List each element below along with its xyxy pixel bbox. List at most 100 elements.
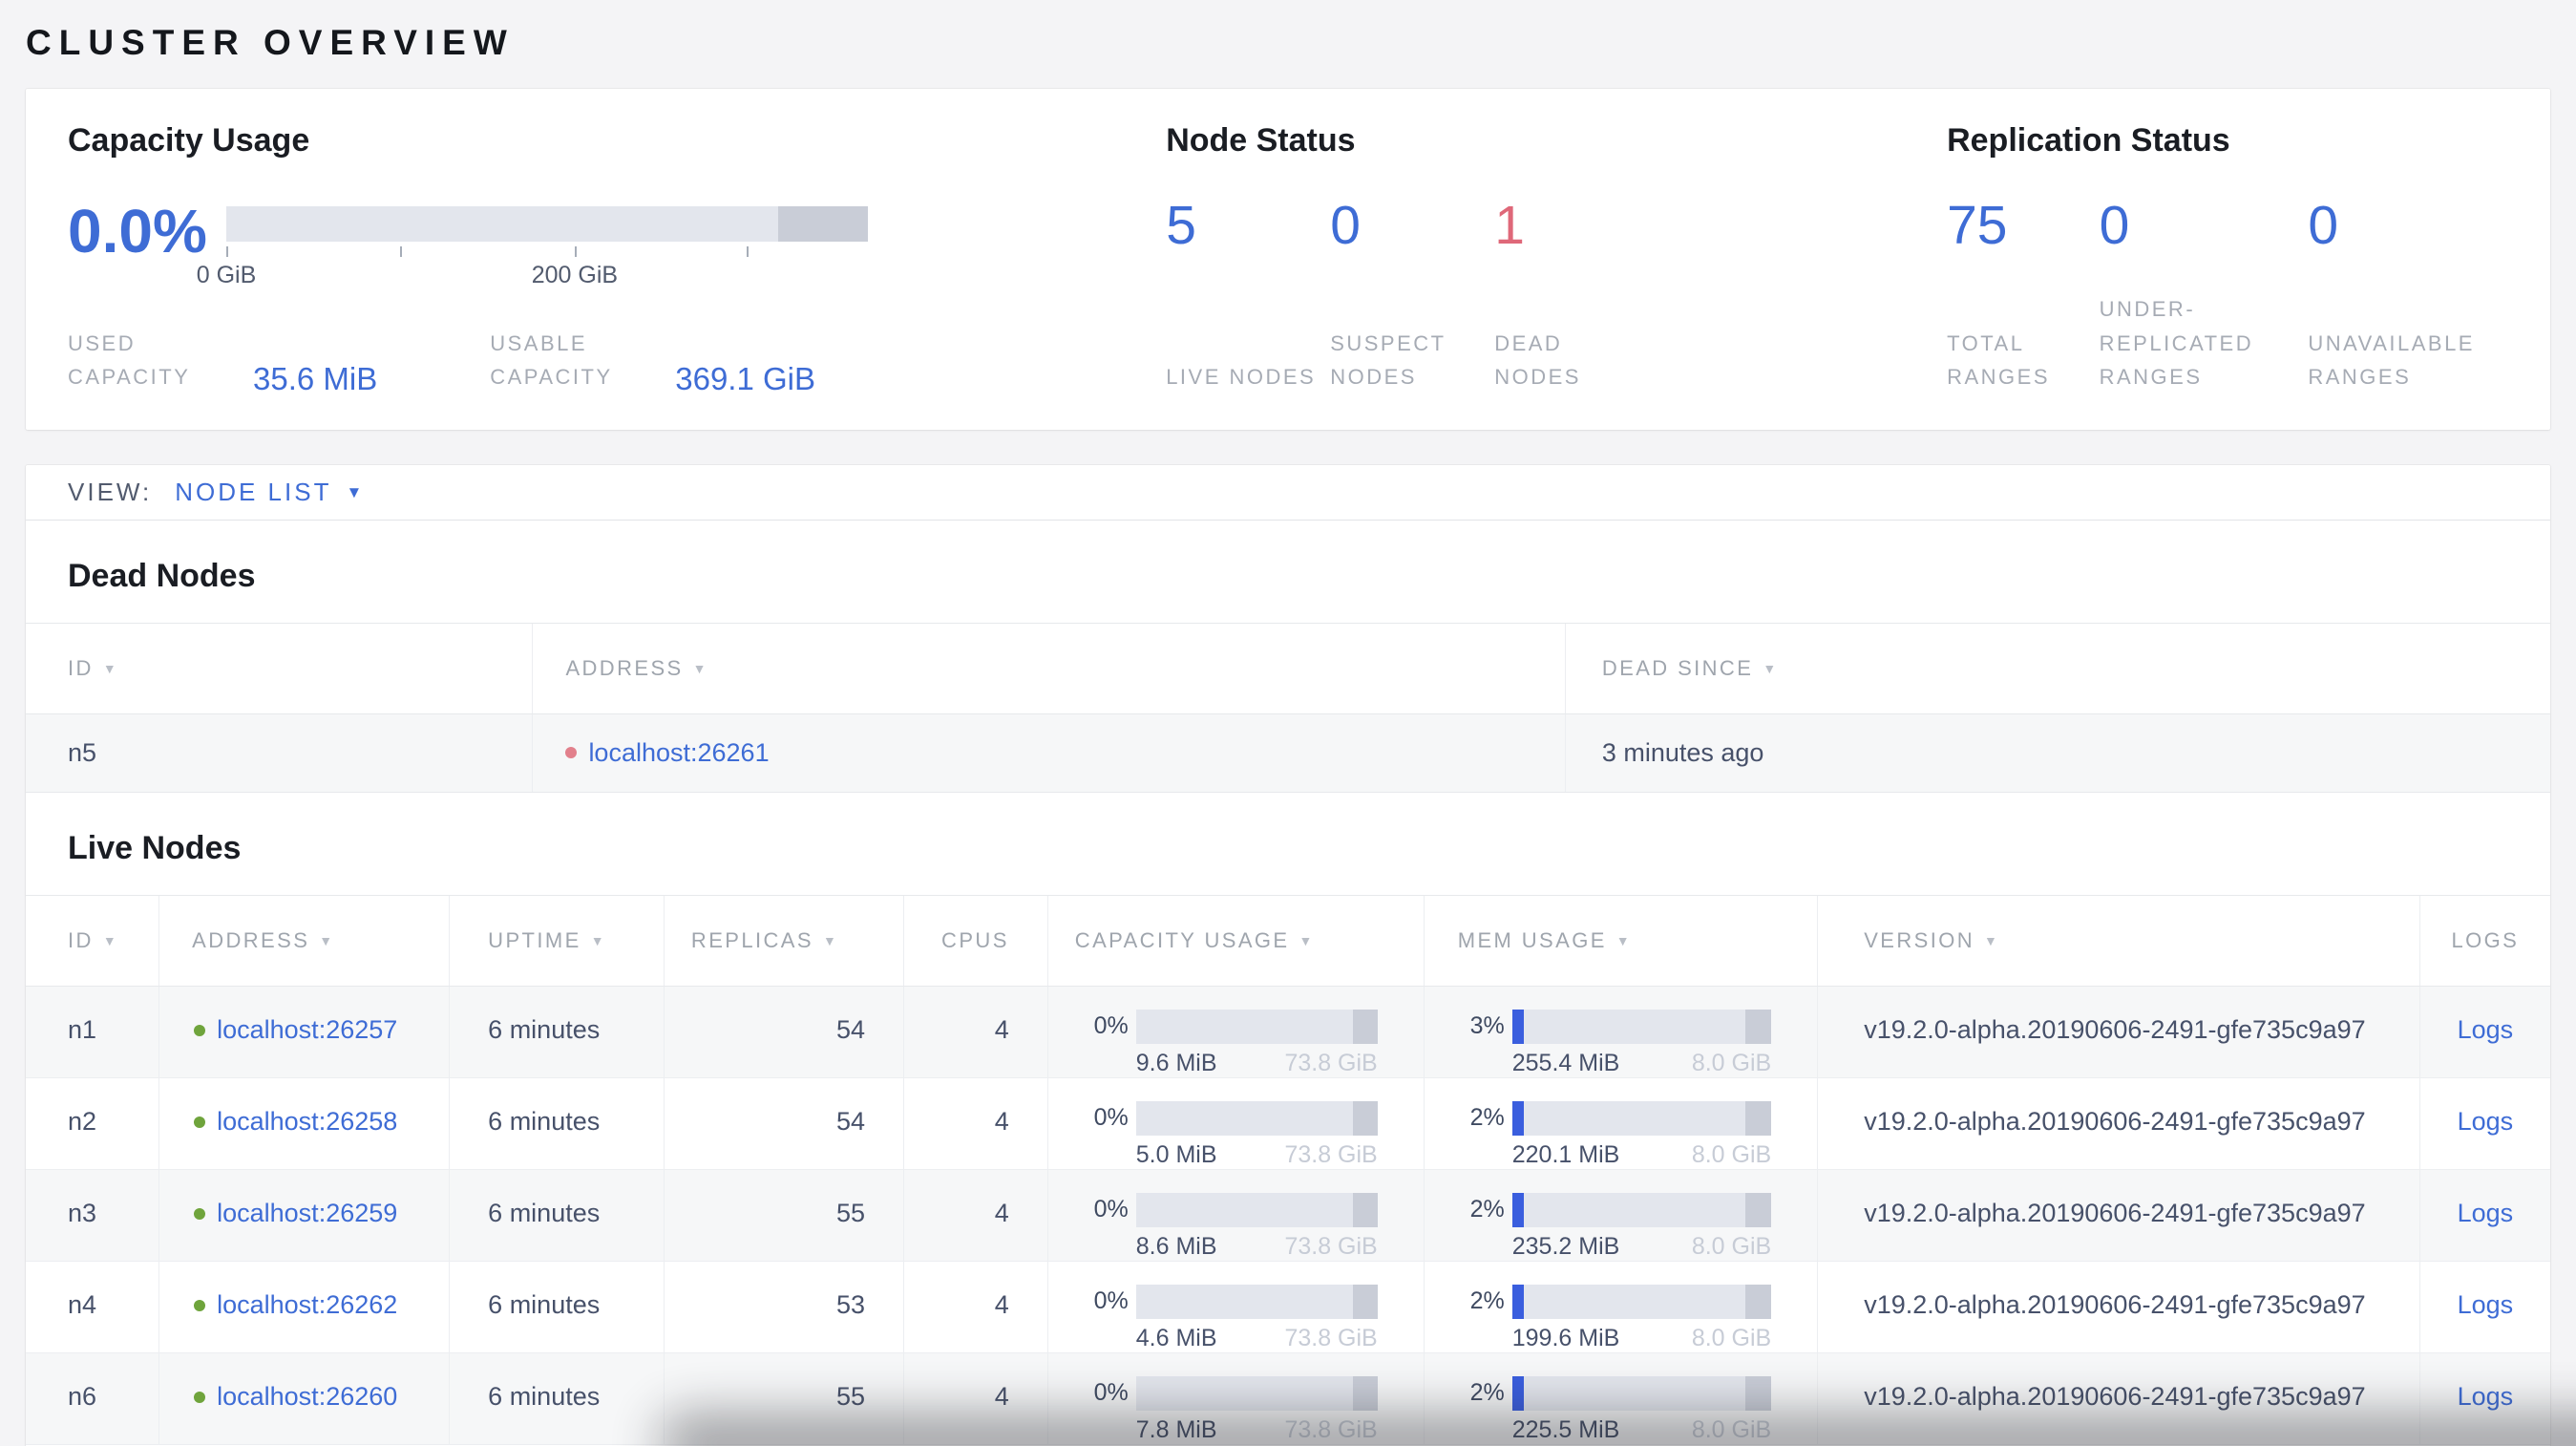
node-uptime: 6 minutes (450, 1261, 665, 1352)
node-address-link[interactable]: localhost:26259 (217, 1199, 397, 1228)
capacity-percent: 0% (1093, 1196, 1129, 1223)
usable-capacity-label: USABLE CAPACITY (490, 330, 613, 389)
node-id: n2 (26, 1077, 160, 1169)
dead-col-address[interactable]: ADDRESS ▼ (533, 623, 1566, 713)
capacity-footer: USED CAPACITY 35.6 MiB USABLE CAPACITY 3… (68, 327, 1166, 396)
live-col-mem-usage[interactable]: MEM USAGE ▼ (1425, 895, 1819, 986)
mem-percent: 2% (1469, 1287, 1505, 1315)
live-col-id[interactable]: ID ▼ (26, 895, 160, 986)
suspect-nodes-count: 0 (1330, 194, 1361, 256)
live-nodes-title: Live Nodes (68, 829, 242, 866)
mem-mini-bar (1511, 1192, 1772, 1227)
capacity-axis-labels: 0 GiB 200 GiB (197, 262, 868, 290)
dead-col-dead-since[interactable]: DEAD SINCE ▼ (1566, 624, 2550, 713)
dead-nodes-title: Dead Nodes (68, 558, 256, 594)
total-ranges-count: 75 (1947, 194, 2008, 256)
mem-total-value: 8.0 GiB (1691, 1415, 1772, 1443)
mem-used-value: 235.2 MiB (1511, 1232, 1620, 1260)
node-cpus: 4 (904, 1169, 1048, 1261)
mem-bar-tail (1745, 1009, 1772, 1044)
capacity-mini-bar (1135, 1100, 1378, 1136)
node-cpus: 4 (904, 1352, 1048, 1444)
replication-stats: 75 TOTAL RANGES 0 UNDER-REPLICATED RANGE… (1947, 194, 2508, 393)
node-uptime: 6 minutes (450, 1352, 665, 1444)
capacity-used-value: 4.6 MiB (1135, 1324, 1217, 1351)
logs-link[interactable]: Logs (2458, 1199, 2514, 1261)
view-label: VIEW: (68, 478, 153, 506)
mem-used-value: 255.4 MiB (1511, 1049, 1620, 1076)
node-status-section: Node Status 5 LIVE NODES 0 SUSPECT NODES… (1166, 121, 1947, 393)
mem-bar-tail (1745, 1284, 1772, 1319)
capacity-bar-tail (1353, 1100, 1378, 1136)
live-col-capacity-usage[interactable]: CAPACITY USAGE ▼ (1048, 895, 1425, 986)
cluster-overview-page: CLUSTER OVERVIEW Capacity Usage 0.0% 0 G… (0, 0, 2576, 1446)
mem-usage-cell: 2% 225.5 MiB 8.0 GiB (1425, 1352, 1819, 1444)
capacity-usage-cell: 0% 4.6 MiB 73.8 GiB (1048, 1261, 1425, 1352)
logs-link[interactable]: Logs (2458, 1015, 2514, 1077)
node-address-link[interactable]: localhost:26262 (217, 1290, 397, 1320)
node-cpus: 4 (904, 1261, 1048, 1352)
node-address-link[interactable]: localhost:26261 (588, 738, 769, 768)
capacity-usage-cell: 0% 5.0 MiB 73.8 GiB (1048, 1077, 1425, 1169)
node-address-link[interactable]: localhost:26258 (217, 1107, 397, 1137)
view-selector-dropdown[interactable]: NODE LIST ▼ (175, 478, 362, 507)
sort-arrow-icon: ▼ (102, 932, 119, 948)
node-status-stats: 5 LIVE NODES 0 SUSPECT NODES 1 DEAD NODE… (1166, 194, 1947, 393)
capacity-used-value: 9.6 MiB (1135, 1049, 1217, 1076)
mem-total-value: 8.0 GiB (1691, 1324, 1772, 1351)
node-version: v19.2.0-alpha.20190606-2491-gfe735c9a97 (1818, 1261, 2420, 1352)
total-ranges-label: TOTAL RANGES (1947, 330, 2051, 389)
live-col-address[interactable]: ADDRESS ▼ (159, 895, 451, 986)
sort-arrow-icon: ▼ (590, 932, 606, 948)
sort-arrow-icon: ▼ (822, 932, 839, 948)
sort-arrow-icon: ▼ (102, 660, 119, 676)
mem-used-value: 225.5 MiB (1511, 1415, 1620, 1443)
under-replicated-ranges-stat: 0 UNDER-REPLICATED RANGES (2100, 198, 2309, 393)
live-status-icon (194, 1024, 206, 1036)
node-uptime: 6 minutes (450, 986, 665, 1077)
capacity-total-value: 73.8 GiB (1284, 1324, 1378, 1351)
node-address-cell: localhost:26259 (159, 1169, 451, 1261)
cluster-summary-card: Capacity Usage 0.0% 0 GiB 200 GiB USED C… (26, 89, 2550, 430)
node-address-link[interactable]: localhost:26260 (217, 1382, 397, 1412)
capacity-mini-bar (1135, 1375, 1378, 1411)
capacity-used-value: 5.0 MiB (1135, 1140, 1217, 1168)
logs-link[interactable]: Logs (2458, 1107, 2514, 1169)
usable-capacity-value: 369.1 GiB (675, 361, 815, 396)
mem-total-value: 8.0 GiB (1691, 1232, 1772, 1260)
dead-nodes-label: DEAD NODES (1494, 330, 1581, 389)
sort-arrow-icon: ▼ (1984, 932, 2000, 948)
dead-node-row: n5 localhost:26261 3 minutes ago (26, 713, 2550, 793)
total-ranges-stat: 75 TOTAL RANGES (1947, 194, 2100, 393)
node-address-link[interactable]: localhost:26257 (217, 1015, 397, 1045)
mem-usage-cell: 2% 235.2 MiB 8.0 GiB (1425, 1169, 1819, 1261)
usable-capacity-stat: USABLE CAPACITY 369.1 GiB (490, 327, 815, 396)
live-col-version[interactable]: VERSION ▼ (1818, 895, 2420, 986)
capacity-usage-cell: 0% 8.6 MiB 73.8 GiB (1048, 1169, 1425, 1261)
capacity-used-value: 8.6 MiB (1135, 1232, 1217, 1260)
capacity-usage-chart: 0.0% 0 GiB 200 GiB (68, 201, 1166, 290)
dead-nodes-stat: 1 DEAD NODES (1494, 198, 1658, 393)
capacity-usage-title: Capacity Usage (68, 122, 310, 159)
mem-percent: 2% (1469, 1196, 1505, 1223)
table-row: n1 localhost:26257 6 minutes 54 4 0% 9.6… (26, 986, 2550, 1078)
dead-col-id[interactable]: ID ▼ (26, 623, 534, 713)
capacity-total-value: 73.8 GiB (1284, 1232, 1378, 1260)
live-col-uptime[interactable]: UPTIME ▼ (450, 895, 665, 986)
logs-link[interactable]: Logs (2458, 1290, 2514, 1352)
replication-status-title: Replication Status (1947, 122, 2230, 159)
node-cpus: 4 (904, 986, 1048, 1077)
capacity-usage-cell: 0% 7.8 MiB 73.8 GiB (1048, 1352, 1425, 1444)
capacity-percent: 0% (1093, 1379, 1129, 1407)
live-col-replicas[interactable]: REPLICAS ▼ (665, 895, 905, 986)
node-address-cell: localhost:26258 (159, 1077, 451, 1169)
mem-percent: 2% (1469, 1379, 1505, 1407)
mem-total-value: 8.0 GiB (1691, 1140, 1772, 1168)
capacity-usage-cell: 0% 9.6 MiB 73.8 GiB (1048, 986, 1425, 1077)
node-id: n6 (26, 1352, 160, 1444)
replication-status-section: Replication Status 75 TOTAL RANGES 0 UND… (1947, 121, 2508, 393)
node-replicas: 55 (665, 1352, 905, 1444)
logs-link[interactable]: Logs (2458, 1382, 2514, 1444)
sort-arrow-icon: ▼ (1299, 932, 1315, 948)
suspect-nodes-label: SUSPECT NODES (1330, 330, 1446, 389)
